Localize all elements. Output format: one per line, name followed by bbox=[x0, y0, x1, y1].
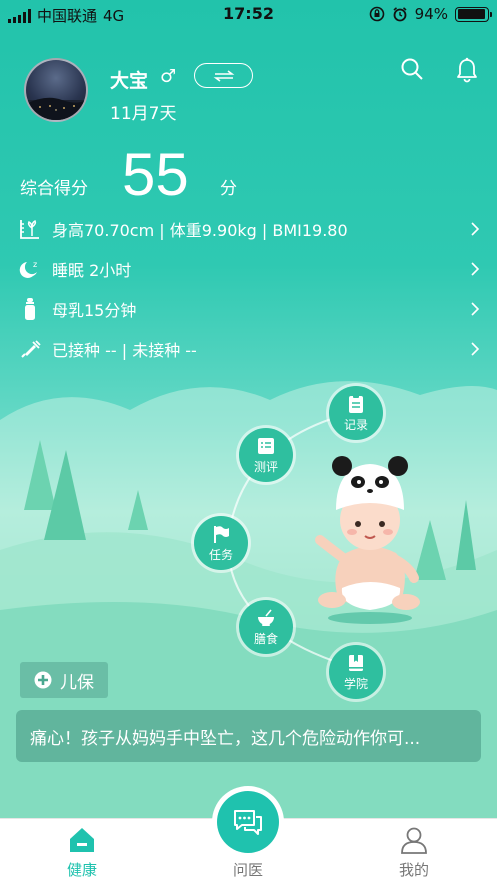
baby-age: 11月7天 bbox=[110, 104, 177, 124]
tab-consult-label: 问医 bbox=[232, 861, 263, 879]
switch-arrows-icon bbox=[213, 69, 234, 82]
book-icon bbox=[349, 654, 363, 671]
score-unit: 分 bbox=[220, 179, 237, 199]
assessment-button[interactable]: 测评 bbox=[239, 428, 293, 482]
syringe-icon bbox=[18, 337, 42, 361]
score-label: 综合得分 bbox=[20, 179, 88, 199]
metric-row-feeding[interactable]: 母乳15分钟 bbox=[18, 294, 480, 324]
battery-percent: 94% bbox=[414, 5, 448, 23]
score-value: 55 bbox=[122, 141, 189, 208]
moon-sleep-icon: z bbox=[18, 257, 42, 281]
battery-fill bbox=[457, 9, 485, 19]
person-icon bbox=[401, 827, 427, 854]
svg-text:z: z bbox=[33, 260, 37, 269]
checklist-icon bbox=[258, 437, 274, 454]
diet-button[interactable]: 膳食 bbox=[239, 600, 293, 654]
search-icon[interactable] bbox=[400, 57, 424, 81]
panda-baby-mascot bbox=[315, 456, 420, 624]
growth-text: 身高70.70cm | 体重9.90kg | BMI19.80 bbox=[52, 221, 348, 240]
news-text: 痛心！孩子从妈妈手中坠亡，这几个危险动作你可... bbox=[30, 728, 421, 749]
task-label: 任务 bbox=[208, 547, 233, 562]
metric-row-sleep[interactable]: z 睡眠 2小时 bbox=[18, 254, 480, 284]
tab-mine-label: 我的 bbox=[398, 861, 429, 879]
bell-icon[interactable] bbox=[455, 57, 479, 83]
consult-button[interactable] bbox=[212, 786, 284, 858]
home-icon bbox=[70, 828, 94, 852]
app-screen: 中国联通 4G 17:52 94% 大宝 ♂ 11月7天 综合得分 55 分 身… bbox=[0, 0, 497, 883]
chevron-right-icon bbox=[471, 302, 480, 316]
tab-health-label: 健康 bbox=[66, 861, 97, 879]
clipboard-icon bbox=[349, 394, 363, 413]
assessment-label: 测评 bbox=[253, 459, 278, 474]
chevron-right-icon bbox=[471, 222, 480, 236]
record-button[interactable]: 记录 bbox=[329, 386, 383, 440]
gender-icon: ♂ bbox=[160, 66, 177, 87]
feeding-text: 母乳15分钟 bbox=[52, 301, 137, 320]
sleep-text: 睡眠 2小时 bbox=[52, 261, 132, 280]
battery-icon bbox=[455, 6, 492, 22]
avatar-photo bbox=[26, 97, 86, 120]
task-button[interactable]: 任务 bbox=[194, 516, 248, 570]
flag-icon bbox=[214, 525, 229, 543]
tab-health[interactable]: 健康 bbox=[22, 819, 142, 883]
alarm-icon bbox=[393, 7, 407, 22]
status-bar: 中国联通 4G 17:52 94% bbox=[0, 0, 497, 28]
plus-circle-icon bbox=[34, 671, 52, 689]
child-care-tag[interactable]: 儿保 bbox=[20, 662, 108, 698]
metric-row-growth[interactable]: 身高70.70cm | 体重9.90kg | BMI19.80 bbox=[18, 214, 480, 244]
academy-button[interactable]: 学院 bbox=[329, 645, 383, 699]
record-label: 记录 bbox=[343, 417, 368, 432]
vaccine-text: 已接种 -- | 未接种 -- bbox=[52, 341, 197, 360]
news-banner[interactable]: 痛心！孩子从妈妈手中坠亡，这几个危险动作你可... bbox=[16, 710, 481, 762]
avatar[interactable] bbox=[24, 58, 88, 122]
tab-mine[interactable]: 我的 bbox=[354, 819, 474, 883]
rotation-lock-icon bbox=[369, 6, 384, 22]
chat-bubbles-icon bbox=[234, 810, 262, 835]
bowl-icon bbox=[258, 608, 274, 626]
bottle-icon bbox=[18, 297, 42, 321]
chevron-right-icon bbox=[471, 342, 480, 356]
consult-button-inner bbox=[217, 791, 279, 853]
diet-label: 膳食 bbox=[253, 631, 278, 646]
height-scale-icon bbox=[18, 217, 42, 241]
academy-label: 学院 bbox=[343, 676, 368, 691]
baby-name[interactable]: 大宝 bbox=[110, 66, 148, 93]
child-care-label: 儿保 bbox=[60, 672, 94, 693]
chevron-right-icon bbox=[471, 262, 480, 276]
status-right: 94% bbox=[369, 5, 492, 23]
switch-baby-button[interactable] bbox=[194, 63, 253, 88]
